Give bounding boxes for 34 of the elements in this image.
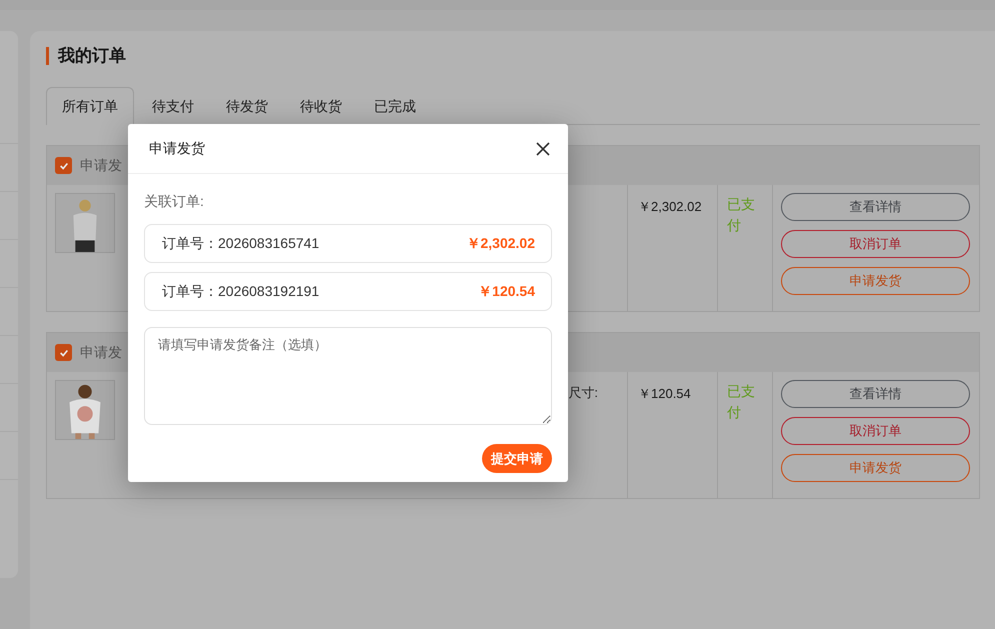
tab[interactable]: 所有订单	[46, 87, 134, 125]
tab[interactable]: 待收货	[284, 87, 358, 125]
action-button[interactable]: 申请发货	[781, 267, 970, 295]
order-header-label: 申请发	[80, 343, 122, 362]
title-accent-bar	[46, 47, 49, 65]
order-number: 订单号：2026083192191	[162, 282, 320, 301]
dialog-title: 申请发货	[149, 139, 205, 158]
note-field[interactable]: 请填写申请发货备注（选填）	[144, 327, 552, 425]
action-button[interactable]: 取消订单	[781, 417, 970, 445]
payment-status: 已支付	[727, 195, 756, 235]
action-button[interactable]: 查看详情	[781, 380, 970, 408]
close-icon	[536, 142, 550, 156]
submit-button[interactable]: 提交申请	[482, 444, 552, 473]
tab[interactable]: 待发货	[210, 87, 284, 125]
order-number: 订单号：2026083165741	[162, 234, 320, 253]
price: ￥2,302.02	[638, 199, 702, 214]
checkmark-icon	[58, 160, 68, 170]
price: ￥120.54	[638, 386, 691, 401]
order-amount: ￥2,302.02	[466, 234, 535, 253]
action-button[interactable]: 取消订单	[781, 230, 970, 258]
action-button[interactable]: 申请发货	[781, 454, 970, 482]
tab[interactable]: 待支付	[136, 87, 210, 125]
spec-label: 尺寸:	[568, 384, 599, 402]
order-header-label: 申请发	[80, 156, 122, 175]
page-title: 我的订单	[58, 45, 126, 68]
tab[interactable]: 已完成	[358, 87, 432, 125]
checkbox[interactable]	[55, 344, 72, 361]
payment-status: 已支付	[727, 382, 756, 422]
order-amount: ￥120.54	[478, 282, 535, 301]
section-label: 关联订单:	[144, 193, 204, 209]
checkmark-icon	[58, 348, 68, 358]
close-button[interactable]	[534, 140, 552, 158]
checkbox[interactable]	[55, 157, 72, 174]
action-button[interactable]: 查看详情	[781, 193, 970, 221]
